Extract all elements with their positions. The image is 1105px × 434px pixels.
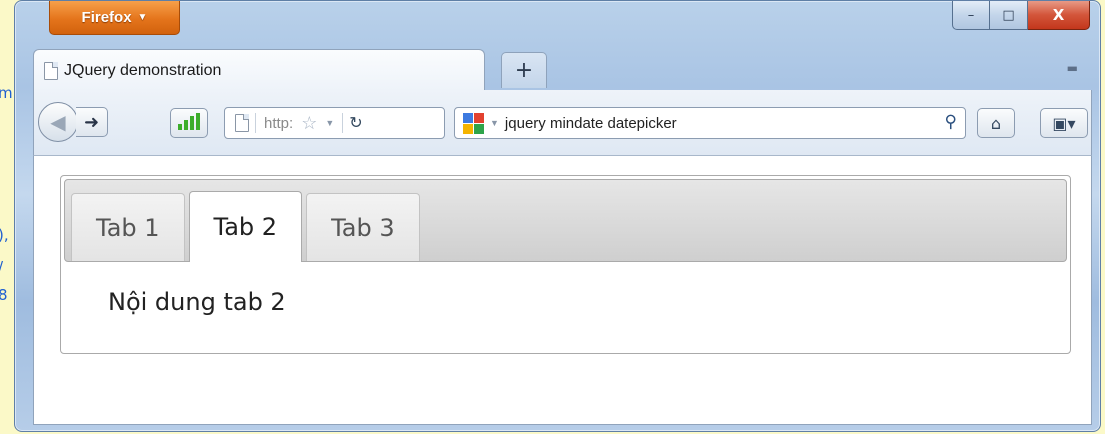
home-button[interactable]: ⌂ bbox=[977, 108, 1015, 138]
back-arrow-icon: ◀ bbox=[50, 110, 66, 134]
background-text-fragment: / bbox=[0, 258, 3, 276]
browser-window: Firefox ▼ – □ X JQuery demonstration + ▬… bbox=[14, 0, 1101, 432]
url-text: http: bbox=[264, 114, 294, 132]
minimize-icon: – bbox=[967, 7, 975, 23]
signal-bar-icon bbox=[190, 116, 194, 130]
window-controls: – □ X bbox=[952, 1, 1090, 30]
tabs-nav: Tab 1 Tab 2 Tab 3 bbox=[64, 179, 1067, 262]
firefox-menu-button[interactable]: Firefox ▼ bbox=[49, 1, 180, 35]
minimize-button[interactable]: – bbox=[952, 1, 990, 30]
firefox-menu-label: Firefox bbox=[81, 9, 132, 26]
forward-arrow-icon: ➜ bbox=[83, 111, 100, 133]
divider bbox=[255, 113, 256, 133]
search-input-text: jquery mindate datepicker bbox=[504, 114, 677, 132]
page-icon bbox=[44, 61, 58, 80]
search-icon[interactable]: ⚲ bbox=[945, 112, 957, 132]
bookmark-star-icon[interactable]: ☆ bbox=[301, 113, 317, 134]
tab-panel: Nội dung tab 2 bbox=[64, 262, 1067, 342]
signal-bar-icon bbox=[196, 113, 200, 130]
url-bar[interactable]: http: ☆ ▼ ↻ bbox=[224, 107, 445, 139]
tab-1[interactable]: Tab 1 bbox=[71, 193, 185, 261]
forward-button[interactable]: ➜ bbox=[76, 107, 108, 137]
reload-icon[interactable]: ↻ bbox=[342, 113, 363, 133]
search-bar[interactable]: ▼ jquery mindate datepicker ⚲ bbox=[454, 107, 966, 139]
signal-addon-button[interactable] bbox=[170, 108, 208, 138]
home-icon: ⌂ bbox=[990, 113, 1002, 133]
maximize-button[interactable]: □ bbox=[990, 1, 1028, 30]
background-text-fragment: ), bbox=[0, 226, 9, 244]
tab-list-button[interactable]: ▬ bbox=[1067, 61, 1078, 75]
close-icon: X bbox=[1052, 6, 1065, 24]
back-button[interactable]: ◀ bbox=[38, 102, 78, 142]
tab-label: Tab 2 bbox=[213, 213, 278, 241]
bookmarks-icon: ▣▾ bbox=[1052, 113, 1076, 133]
signal-bar-icon bbox=[184, 120, 188, 130]
tab-2[interactable]: Tab 2 bbox=[188, 191, 303, 262]
tab-3[interactable]: Tab 3 bbox=[306, 193, 420, 261]
page-icon bbox=[235, 114, 249, 132]
signal-bar-icon bbox=[178, 124, 182, 130]
page-content: Tab 1 Tab 2 Tab 3 Nội dung tab 2 bbox=[33, 156, 1092, 425]
background-text-fragment: 8 bbox=[0, 286, 8, 304]
background-text-fragment: m bbox=[0, 84, 13, 102]
engine-dropdown-icon[interactable]: ▼ bbox=[490, 118, 499, 128]
browser-tab-active[interactable]: JQuery demonstration bbox=[33, 49, 485, 91]
tab-label: Tab 3 bbox=[331, 213, 395, 242]
plus-icon: + bbox=[514, 58, 534, 83]
close-button[interactable]: X bbox=[1028, 1, 1090, 30]
browser-tab-title: JQuery demonstration bbox=[64, 61, 222, 79]
dropdown-arrow-icon: ▼ bbox=[137, 12, 148, 23]
new-tab-button[interactable]: + bbox=[501, 52, 547, 88]
history-dropdown-icon[interactable]: ▼ bbox=[325, 118, 334, 128]
search-engine-icon[interactable] bbox=[463, 112, 484, 134]
maximize-icon: □ bbox=[1002, 7, 1015, 23]
navigation-toolbar: ◀ ➜ http: ☆ ▼ ↻ ▼ jquery mindate datepic… bbox=[33, 90, 1092, 156]
jquery-tabs-widget: Tab 1 Tab 2 Tab 3 Nội dung tab 2 bbox=[60, 175, 1071, 354]
chevron-down-icon: ▬ bbox=[1066, 61, 1078, 75]
bookmarks-button[interactable]: ▣▾ bbox=[1040, 108, 1088, 138]
tab-label: Tab 1 bbox=[96, 213, 160, 242]
tab-panel-text: Nội dung tab 2 bbox=[108, 288, 286, 316]
